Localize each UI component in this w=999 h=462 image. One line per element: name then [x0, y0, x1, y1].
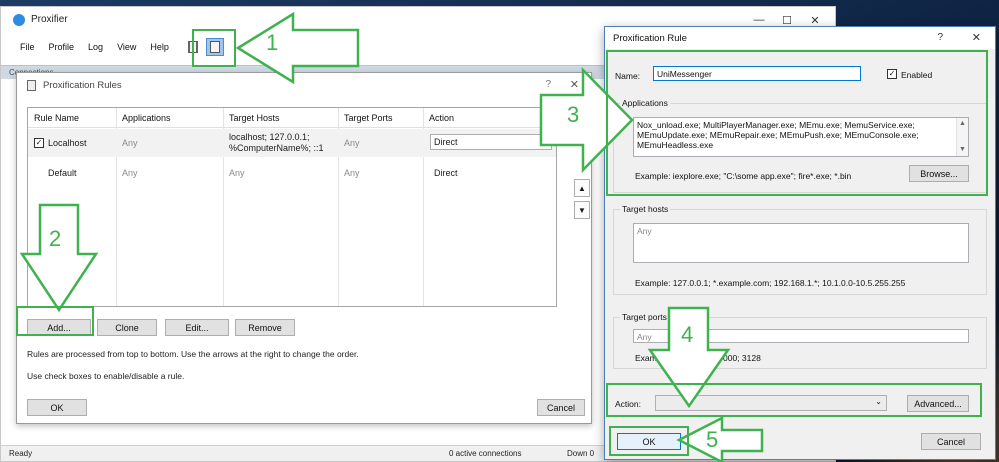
rules-table: Rule Name Applications Target Hosts Targ…: [27, 107, 557, 307]
rules-dialog-titlebar: Proxification Rules ? ✕: [17, 73, 591, 97]
rules-dialog-icon: [27, 80, 36, 91]
remove-rule-button[interactable]: Remove: [235, 319, 295, 336]
enabled-label: Enabled: [901, 70, 933, 80]
rules-ok-button[interactable]: OK: [27, 399, 87, 416]
help-icon[interactable]: ?: [937, 32, 943, 43]
order-hint: Rules are processed from top to bottom. …: [27, 349, 359, 359]
target-ports-group: Target ports: [613, 312, 987, 369]
action-label: Action:: [615, 399, 641, 409]
proxification-rule-dialog: Proxification Rule ? ✕ Name: UniMessenge…: [604, 26, 996, 460]
scroll-down-icon: ▼: [959, 146, 966, 153]
rule-applications: Any: [122, 138, 138, 148]
rule-cancel-button[interactable]: Cancel: [921, 433, 981, 450]
menu-log[interactable]: Log: [81, 40, 110, 54]
step-number-2: 2: [49, 226, 62, 251]
column-applications[interactable]: Applications: [122, 113, 171, 123]
menu-help[interactable]: Help: [143, 40, 176, 54]
step-number-5: 5: [706, 427, 719, 452]
proxification-rules-toolbar-button[interactable]: [206, 38, 224, 56]
arrow-down-icon: ▼: [578, 205, 586, 215]
target-hosts-example: Example: 127.0.0.1; *.example.com; 192.1…: [635, 278, 906, 288]
column-target-ports[interactable]: Target Ports: [344, 113, 393, 123]
step-number-3: 3: [567, 102, 580, 127]
chevron-down-icon: ⌄: [540, 137, 547, 146]
rule-name: Default: [48, 168, 77, 178]
applications-line: Nox_unload.exe; MultiPlayerManager.exe; …: [637, 120, 915, 130]
status-text: Ready: [9, 449, 33, 458]
arrow-up-icon: ▲: [578, 183, 586, 193]
column-target-hosts[interactable]: Target Hosts: [229, 113, 280, 123]
rule-target-hosts-line2: %ComputerName%; ::1: [229, 143, 324, 153]
rules-icon: [210, 41, 220, 53]
proxy-servers-toolbar-button[interactable]: [184, 38, 202, 56]
table-row[interactable]: Default Any Any Any Direct: [28, 159, 556, 187]
column-action[interactable]: Action: [429, 113, 454, 123]
applications-line: MEmuUpdate.exe; MEmuRepair.exe; MEmuPush…: [637, 130, 919, 140]
rules-table-header: Rule Name Applications Target Hosts Targ…: [28, 108, 556, 128]
target-ports-example-left: Example: [635, 353, 669, 363]
browse-button[interactable]: Browse...: [909, 165, 969, 182]
rule-target-hosts: Any: [229, 168, 245, 178]
target-hosts-textarea[interactable]: Any: [633, 223, 969, 263]
target-ports-example-right: 000; 3128: [723, 353, 761, 363]
close-icon[interactable]: ✕: [972, 31, 981, 44]
rule-action-select[interactable]: Direct ⌄: [430, 134, 552, 150]
rule-applications: Any: [122, 168, 138, 178]
rule-dialog-titlebar: Proxification Rule ? ✕: [605, 27, 995, 49]
target-hosts-label: Target hosts: [620, 204, 671, 214]
move-up-button[interactable]: ▲: [574, 179, 590, 197]
rule-action: Direct: [434, 168, 458, 178]
action-select[interactable]: ⌄: [655, 395, 887, 411]
target-ports-label: Target ports: [620, 312, 669, 322]
scroll-up-icon: ▲: [959, 120, 966, 127]
step-number-4: 4: [681, 322, 694, 347]
advanced-button[interactable]: Advanced...: [907, 395, 969, 412]
move-down-button[interactable]: ▼: [574, 201, 590, 219]
rules-dialog-title: Proxification Rules: [43, 80, 122, 91]
chevron-down-icon: ⌄: [875, 397, 882, 406]
menu-file[interactable]: File: [13, 40, 42, 54]
rule-name: Localhost: [48, 138, 87, 148]
enabled-checkbox[interactable]: ✓: [887, 69, 897, 79]
table-row[interactable]: ✓ Localhost Any localhost; 127.0.0.1; %C…: [28, 129, 556, 157]
rule-target-ports: Any: [344, 138, 360, 148]
help-icon[interactable]: ?: [545, 79, 551, 90]
name-label: Name:: [615, 71, 641, 81]
menu-view[interactable]: View: [110, 40, 143, 54]
rule-target-hosts-line1: localhost; 127.0.0.1;: [229, 132, 310, 142]
active-connections-text: 0 active connections: [449, 449, 522, 458]
rule-dialog-title: Proxification Rule: [613, 33, 687, 44]
proxification-rules-dialog: Proxification Rules ? ✕ Rule Name Applic…: [16, 72, 592, 424]
add-rule-button[interactable]: Add...: [27, 319, 91, 336]
close-icon[interactable]: ✕: [570, 78, 579, 91]
column-rule-name[interactable]: Rule Name: [34, 113, 79, 123]
applications-textarea[interactable]: Nox_unload.exe; MultiPlayerManager.exe; …: [633, 117, 969, 157]
download-text: Down 0: [567, 449, 595, 458]
applications-scrollbar[interactable]: ▲ ▼: [956, 118, 968, 156]
proxy-servers-icon: [188, 41, 198, 53]
edit-rule-button[interactable]: Edit...: [165, 319, 229, 336]
checkbox-hint: Use check boxes to enable/disable a rule…: [27, 371, 185, 381]
rule-enabled-checkbox[interactable]: ✓: [34, 138, 44, 148]
applications-example: Example: iexplore.exe; "C:\some app.exe"…: [635, 171, 852, 181]
main-window-title: Proxifier: [31, 14, 68, 25]
step-number-1: 1: [266, 30, 279, 55]
applications-label: Applications: [620, 98, 670, 108]
rules-cancel-button[interactable]: Cancel: [537, 399, 585, 416]
rule-name-input[interactable]: UniMessenger: [653, 66, 861, 81]
proxifier-logo-icon: [13, 14, 25, 26]
menu-profile[interactable]: Profile: [42, 40, 82, 54]
rule-target-ports: Any: [344, 168, 360, 178]
applications-line: MEmuHeadless.exe: [637, 140, 714, 150]
clone-rule-button[interactable]: Clone: [97, 319, 157, 336]
rule-ok-button[interactable]: OK: [617, 433, 681, 450]
rule-action-value: Direct: [434, 137, 458, 147]
